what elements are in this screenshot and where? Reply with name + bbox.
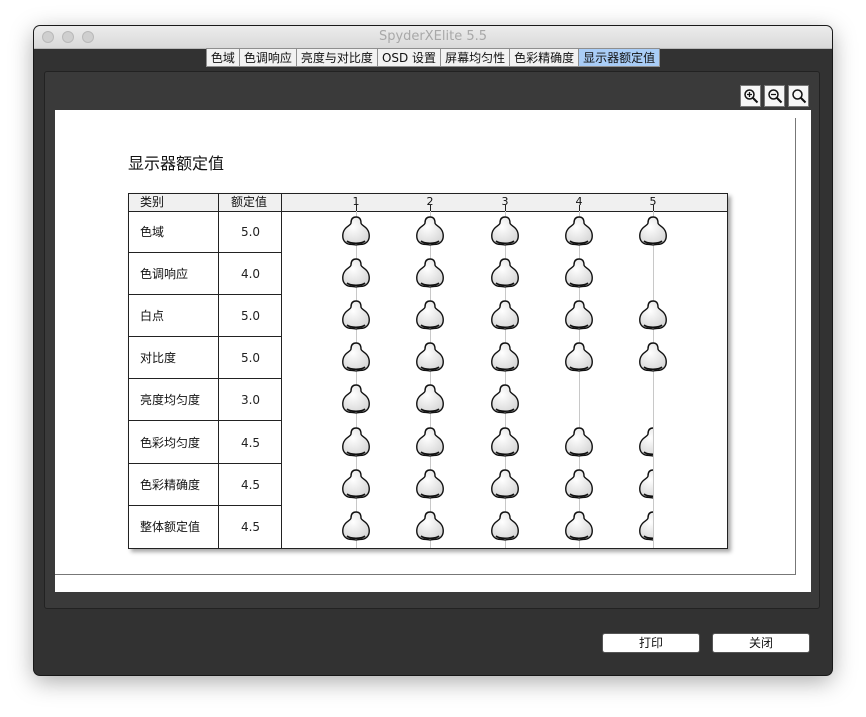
rating-mark-icon	[489, 510, 521, 544]
rating-mark-icon	[340, 299, 372, 333]
row-category: 色域	[140, 225, 165, 239]
rating-mark-icon	[637, 510, 653, 544]
table-row: 白点 5.0	[129, 295, 282, 338]
scale-tick	[356, 205, 357, 211]
rating-mark-icon	[563, 215, 595, 249]
rating-mark-icon	[340, 426, 372, 460]
rating-mark-icon	[340, 257, 372, 291]
row-rating: 4.5	[240, 435, 261, 450]
rating-mark-icon	[414, 257, 446, 291]
row-rating: 4.5	[240, 519, 261, 534]
tab-0[interactable]: 色域	[205, 48, 240, 67]
row-category: 色彩精确度	[140, 477, 201, 492]
row-category: 对比度	[140, 351, 177, 366]
table-row: 整体额定值 4.5	[129, 506, 282, 548]
scale-tick	[653, 205, 654, 211]
rating-mark-icon	[489, 299, 521, 333]
scale-guide-line	[653, 211, 654, 548]
row-category: 色调响应	[140, 267, 189, 282]
app-window: SpyderXElite 5.5 色域 色调响应 亮度与对比度 OSD 设置 屏幕均匀性…	[34, 26, 832, 675]
tab-2[interactable]: 亮度与对比度	[296, 48, 378, 67]
rating-mark-icon	[414, 341, 446, 375]
rating-mark-icon	[637, 468, 653, 502]
rating-mark-icon	[414, 468, 446, 502]
rating-mark-icon	[340, 510, 372, 544]
rating-mark-icon	[489, 215, 521, 249]
scale-tick	[579, 205, 580, 211]
tab-6[interactable]: 显示器额定值	[579, 48, 661, 67]
rating-mark-icon	[489, 426, 521, 460]
zoom-fit-button[interactable]	[788, 85, 809, 107]
zoom-in-icon	[743, 89, 758, 104]
rating-mark-icon	[340, 468, 372, 502]
zoom-in-button[interactable]	[740, 85, 761, 107]
table-row: 色彩精确度 4.5	[129, 464, 282, 506]
rating-mark-icon	[489, 341, 521, 375]
tab-1[interactable]: 色调响应	[239, 48, 297, 67]
header-rating: 额定值	[231, 195, 268, 209]
close-button[interactable]: 关闭	[712, 633, 810, 653]
table-row: 色彩均匀度 4.5	[129, 422, 282, 464]
row-rating: 4.5	[240, 477, 261, 492]
rating-mark-icon	[637, 426, 653, 460]
rating-mark-icon	[563, 426, 595, 460]
report-page: 显示器额定值 类别 额定值 1 2 3 4 5 色域 5.0 色调响应 4.0 白点 5.0 对比度 5…	[55, 110, 811, 592]
rating-mark-icon	[414, 299, 446, 333]
row-category: 色彩均匀度	[140, 435, 201, 450]
row-rating: 5.0	[240, 309, 261, 324]
rating-mark-icon	[637, 215, 669, 249]
rating-mark-icon	[563, 510, 595, 544]
row-category: 白点	[140, 309, 165, 324]
window-title: SpyderXElite 5.5	[378, 29, 488, 44]
rating-mark-icon	[489, 257, 521, 291]
rating-mark-icon	[340, 341, 372, 375]
rating-mark-icon	[563, 257, 595, 291]
tab-3[interactable]: OSD 设置	[377, 48, 442, 67]
scale-tick	[505, 205, 506, 211]
rating-mark-icon	[340, 215, 372, 249]
tab-5[interactable]: 色彩精确度	[510, 48, 580, 67]
page-border-bottom	[55, 574, 796, 575]
row-rating: 3.0	[240, 393, 261, 408]
rating-mark-icon	[563, 341, 595, 375]
table-row: 亮度均匀度 3.0	[129, 379, 282, 422]
rating-mark-icon	[414, 426, 446, 460]
scale-tick	[430, 205, 431, 211]
rating-mark-icon	[340, 383, 372, 417]
table-row: 色域 5.0	[129, 211, 282, 253]
page-border-right	[795, 118, 796, 574]
rating-mark-icon	[414, 510, 446, 544]
header-category: 类别	[140, 195, 165, 209]
table-row: 对比度 5.0	[129, 337, 282, 380]
zoom-out-icon	[767, 89, 782, 104]
row-rating: 5.0	[240, 351, 261, 366]
rating-mark-icon	[489, 383, 521, 417]
zoom-out-button[interactable]	[764, 85, 785, 107]
rating-mark-icon	[637, 299, 669, 333]
report-title: 显示器额定值	[128, 154, 225, 173]
title-bar: SpyderXElite 5.5	[34, 26, 832, 49]
rating-mark-icon	[489, 468, 521, 502]
rating-mark-icon	[414, 215, 446, 249]
table-row: 色调响应 4.0	[129, 253, 282, 296]
tab-4[interactable]: 屏幕均匀性	[441, 48, 511, 67]
tab-bar: 色域 色调响应 亮度与对比度 OSD 设置 屏幕均匀性 色彩精确度 显示器额定值	[34, 48, 832, 68]
print-button[interactable]: 打印	[602, 633, 700, 653]
rating-mark-icon	[563, 299, 595, 333]
rating-mark-icon	[563, 468, 595, 502]
row-rating: 5.0	[240, 225, 261, 239]
row-category: 整体额定值	[140, 519, 201, 534]
row-rating: 4.0	[240, 267, 261, 282]
magnifier-icon	[791, 89, 806, 104]
row-category: 亮度均匀度	[140, 393, 201, 408]
rating-mark-icon	[637, 341, 669, 375]
rating-mark-icon	[414, 383, 446, 417]
ratings-table: 类别 额定值 1 2 3 4 5 色域 5.0 色调响应 4.0 白点 5.0 对比度 5.0 亮度均匀度…	[128, 193, 728, 549]
